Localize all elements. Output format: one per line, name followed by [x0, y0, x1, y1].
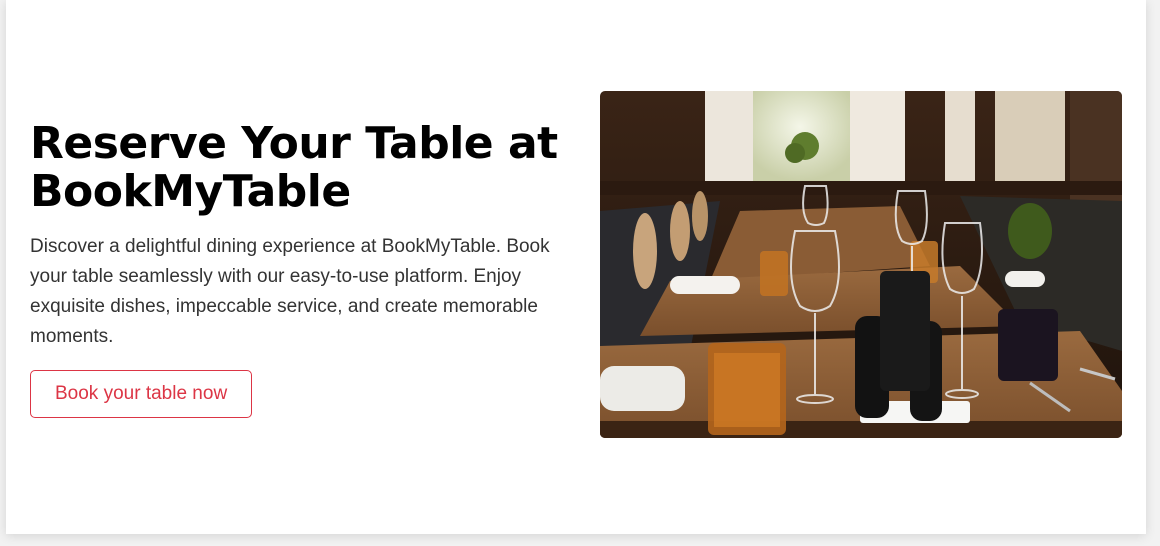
- hero-text-block: Reserve Your Table at BookMyTable Discov…: [30, 120, 560, 418]
- hero-section: Reserve Your Table at BookMyTable Discov…: [6, 0, 1146, 534]
- restaurant-photo: [600, 91, 1122, 438]
- book-table-button[interactable]: Book your table now: [30, 370, 253, 418]
- page-title: Reserve Your Table at BookMyTable: [30, 118, 558, 217]
- hero-description: Discover a delightful dining experience …: [30, 236, 550, 347]
